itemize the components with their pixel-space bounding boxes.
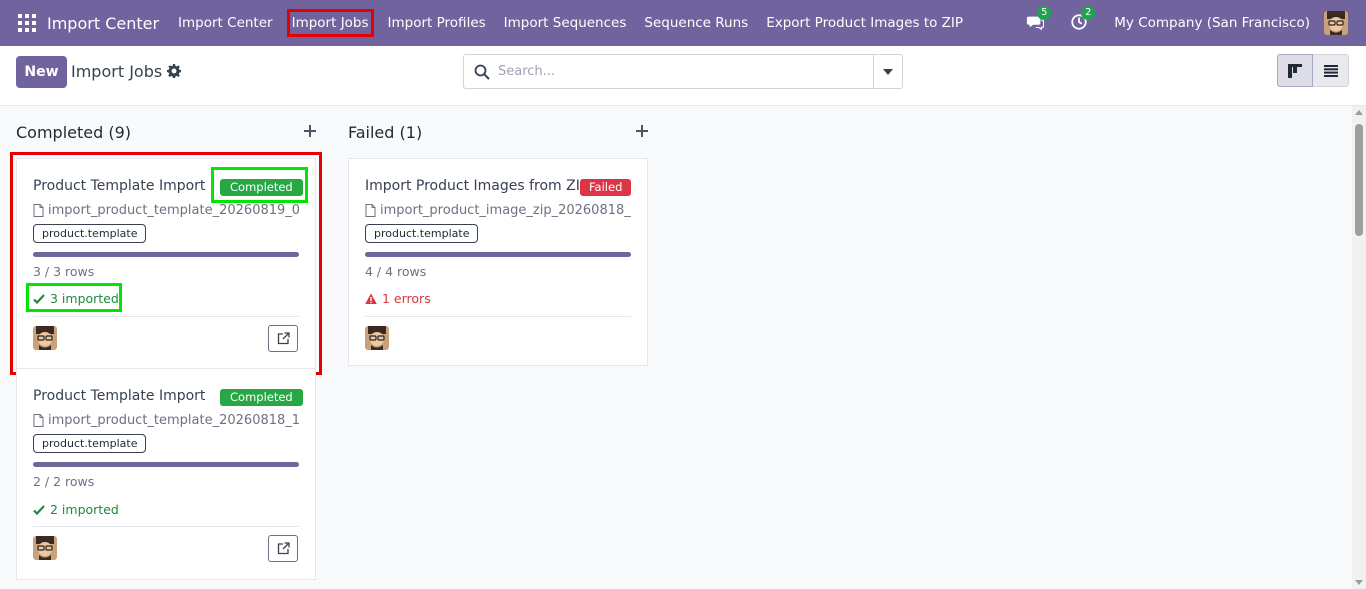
check-icon <box>33 504 45 515</box>
attachment-filename: import_product_image_zip_20260818_1... <box>365 203 631 218</box>
add-card-plus-icon[interactable] <box>304 125 316 137</box>
list-icon <box>1323 64 1338 77</box>
model-tag: product.template <box>365 224 479 243</box>
apps-menu-icon[interactable] <box>18 14 36 32</box>
warning-icon <box>365 293 377 304</box>
progress-bar <box>33 462 299 467</box>
vertical-scrollbar[interactable] <box>1352 106 1366 589</box>
column-title-completed: Completed (9) <box>16 123 132 142</box>
rows-count: 2 / 2 rows <box>33 474 95 489</box>
rows-count: 4 / 4 rows <box>365 264 427 279</box>
open-record-button[interactable] <box>268 535 298 562</box>
search-options-toggle[interactable] <box>873 55 902 88</box>
menu-import-center[interactable]: Import Center <box>174 10 277 36</box>
avatar <box>365 326 389 350</box>
column-title-failed: Failed (1) <box>348 123 423 142</box>
gear-icon[interactable] <box>167 64 181 78</box>
add-card-plus-icon[interactable] <box>636 125 648 137</box>
menu-export-product-images[interactable]: Export Product Images to ZIP <box>762 10 967 36</box>
imported-count: 2 imported <box>50 502 119 517</box>
control-panel: New Import Jobs <box>0 46 1366 106</box>
activities-clock-icon[interactable]: 2 <box>1070 6 1096 33</box>
new-button[interactable]: New <box>16 56 67 88</box>
kanban-view-button[interactable] <box>1277 54 1313 87</box>
chevron-down-icon <box>883 69 893 75</box>
menu-import-jobs[interactable]: Import Jobs <box>286 9 374 37</box>
app-brand[interactable]: Import Center <box>47 14 159 33</box>
kanban-card[interactable]: Import Product Images from ZIP Failed im… <box>348 158 648 366</box>
messages-icon[interactable]: 5 <box>1026 6 1052 33</box>
card-divider <box>365 316 631 317</box>
avatar <box>33 536 57 560</box>
file-icon <box>365 204 376 217</box>
scrollbar-thumb[interactable] <box>1355 124 1363 236</box>
card-title: Product Template Import <box>33 388 206 404</box>
attachment-filename: import_product_template_20260818_1... <box>33 413 299 428</box>
search-input[interactable] <box>498 55 868 88</box>
kanban-icon <box>1288 63 1302 78</box>
file-name-text: import_product_template_20260818_1... <box>48 413 299 428</box>
file-name-text: import_product_image_zip_20260818_1... <box>380 203 631 218</box>
breadcrumb-title: Import Jobs <box>71 62 163 81</box>
top-navbar: Import Center Import Center Import Jobs … <box>0 0 1366 46</box>
menu-import-profiles[interactable]: Import Profiles <box>384 10 490 36</box>
error-result: 1 errors <box>365 291 431 306</box>
messages-count-badge: 5 <box>1037 6 1052 20</box>
activities-count-badge: 2 <box>1081 6 1096 20</box>
user-avatar[interactable] <box>1324 11 1348 35</box>
kanban-card[interactable]: Product Template Import Completed import… <box>16 368 316 580</box>
progress-bar <box>365 252 631 257</box>
file-icon <box>33 414 44 427</box>
scroll-up-arrow-icon[interactable] <box>1355 110 1363 115</box>
list-view-button[interactable] <box>1313 54 1349 87</box>
view-switcher <box>1277 54 1350 87</box>
status-badge: Failed <box>580 179 632 196</box>
menu-sequence-runs[interactable]: Sequence Runs <box>640 10 752 36</box>
imported-result: 2 imported <box>33 502 119 517</box>
external-link-icon <box>277 542 290 555</box>
menu-import-sequences[interactable]: Import Sequences <box>500 10 631 36</box>
model-tag: product.template <box>33 434 147 453</box>
scroll-down-arrow-icon[interactable] <box>1355 580 1363 585</box>
error-count: 1 errors <box>382 291 431 306</box>
status-badge: Completed <box>220 389 303 406</box>
card-divider <box>33 526 299 527</box>
company-switcher[interactable]: My Company (San Francisco) <box>1114 15 1310 31</box>
highlight-box <box>10 152 322 375</box>
search-icon <box>474 64 490 80</box>
search-bar <box>463 54 903 89</box>
card-title: Import Product Images from ZIP <box>365 178 589 194</box>
